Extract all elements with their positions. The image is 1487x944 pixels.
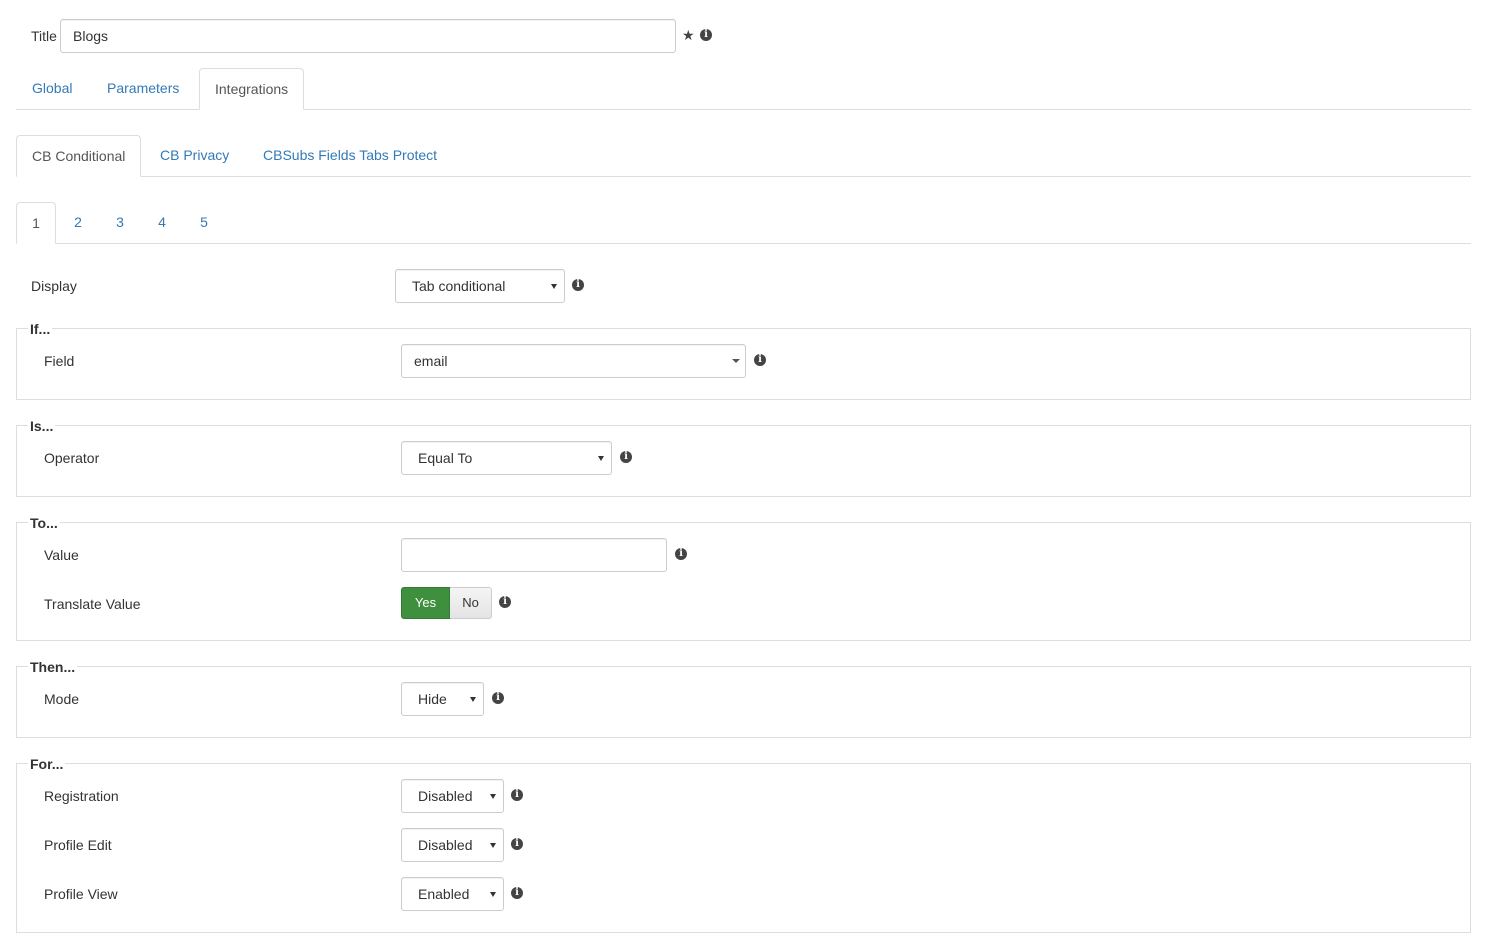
profile-view-select[interactable]: Enabled bbox=[401, 877, 504, 911]
title-label: Title bbox=[31, 28, 57, 44]
mode-info-icon: i bbox=[492, 692, 504, 704]
field-label: Field bbox=[44, 353, 75, 369]
display-label: Display bbox=[31, 278, 77, 294]
caret-down-icon bbox=[551, 284, 557, 289]
operator-select-value: Equal To bbox=[418, 450, 473, 466]
tab-condition-1[interactable]: 1 bbox=[16, 202, 56, 244]
is-fieldset bbox=[16, 425, 1471, 497]
profile-edit-select-value: Disabled bbox=[418, 837, 473, 853]
profile-edit-label: Profile Edit bbox=[44, 837, 112, 853]
then-fieldset bbox=[16, 666, 1471, 738]
translate-info-icon: i bbox=[499, 596, 511, 608]
title-info-icon: i bbox=[700, 29, 712, 41]
to-legend: To... bbox=[28, 515, 60, 531]
value-info-icon: i bbox=[675, 548, 687, 560]
no-button[interactable]: No bbox=[450, 587, 492, 619]
tab-cb-privacy[interactable]: CB Privacy bbox=[145, 135, 244, 177]
display-select-value: Tab conditional bbox=[412, 278, 506, 294]
field-select[interactable]: email bbox=[401, 344, 746, 378]
tab-parameters[interactable]: Parameters bbox=[92, 68, 194, 110]
to-fieldset bbox=[16, 522, 1471, 641]
tab-condition-5[interactable]: 5 bbox=[183, 202, 225, 244]
registration-select-value: Disabled bbox=[418, 788, 473, 804]
profile-edit-info-icon: i bbox=[511, 838, 523, 850]
mode-label: Mode bbox=[44, 691, 80, 707]
tab-global[interactable]: Global bbox=[17, 68, 87, 110]
tab-condition-2[interactable]: 2 bbox=[57, 202, 99, 244]
mode-select[interactable]: Hide bbox=[401, 682, 484, 716]
caret-down-icon bbox=[732, 359, 740, 363]
profile-edit-select[interactable]: Disabled bbox=[401, 828, 504, 862]
then-legend: Then... bbox=[28, 659, 78, 675]
caret-down-icon bbox=[598, 456, 604, 461]
registration-info-icon: i bbox=[511, 789, 523, 801]
if-legend: If... bbox=[28, 321, 53, 337]
title-input[interactable]: Blogs bbox=[60, 19, 676, 53]
tab-condition-4[interactable]: 4 bbox=[141, 202, 183, 244]
mode-select-value: Hide bbox=[418, 691, 447, 707]
caret-down-icon bbox=[490, 843, 496, 848]
for-legend: For... bbox=[28, 756, 66, 772]
translate-value-toggle: Yes No bbox=[401, 587, 492, 619]
tab-cbsubs-fields-tabs-protect[interactable]: CBSubs Fields Tabs Protect bbox=[248, 135, 452, 177]
display-info-icon: i bbox=[572, 279, 584, 291]
profile-view-info-icon: i bbox=[511, 887, 523, 899]
field-info-icon: i bbox=[754, 354, 766, 366]
caret-down-icon bbox=[490, 794, 496, 799]
for-fieldset bbox=[16, 763, 1471, 933]
field-select-value: email bbox=[414, 353, 448, 369]
operator-label: Operator bbox=[44, 450, 100, 466]
value-label: Value bbox=[44, 547, 79, 563]
tab-integrations[interactable]: Integrations bbox=[199, 68, 305, 110]
value-input[interactable] bbox=[401, 538, 667, 572]
star-icon: ★ bbox=[682, 27, 695, 43]
operator-select[interactable]: Equal To bbox=[401, 441, 612, 475]
display-select[interactable]: Tab conditional bbox=[395, 269, 565, 303]
tab-condition-3[interactable]: 3 bbox=[99, 202, 141, 244]
tab-cb-conditional[interactable]: CB Conditional bbox=[16, 135, 142, 177]
registration-label: Registration bbox=[44, 788, 119, 804]
profile-view-select-value: Enabled bbox=[418, 886, 470, 902]
caret-down-icon bbox=[490, 892, 496, 897]
yes-button[interactable]: Yes bbox=[401, 587, 450, 619]
is-legend: Is... bbox=[28, 418, 56, 434]
caret-down-icon bbox=[470, 697, 476, 702]
translate-value-label: Translate Value bbox=[44, 596, 141, 612]
profile-view-label: Profile View bbox=[44, 886, 118, 902]
condition-tabs-border bbox=[16, 243, 1471, 244]
registration-select[interactable]: Disabled bbox=[401, 779, 504, 813]
operator-info-icon: i bbox=[620, 451, 632, 463]
